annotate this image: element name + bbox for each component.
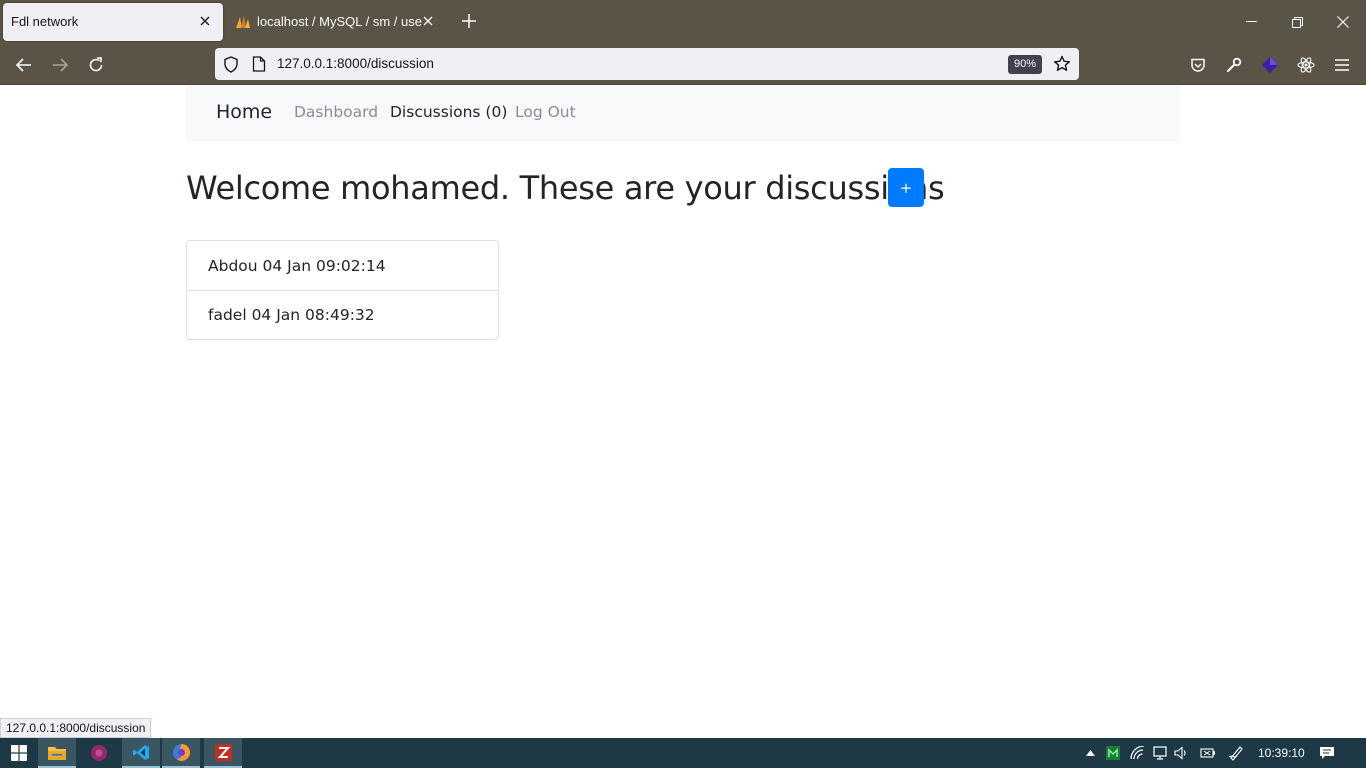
taskbar-clock[interactable]: 10:39:10 — [1258, 746, 1305, 760]
start-button[interactable] — [0, 738, 38, 768]
windows-taskbar: 10:39:10 — [0, 738, 1366, 768]
vscode-icon[interactable] — [122, 738, 160, 768]
extension-cube-icon[interactable] — [1255, 50, 1285, 80]
back-button[interactable] — [9, 50, 39, 80]
list-item[interactable]: fadel 04 Jan 08:49:32 — [187, 290, 498, 339]
battery-icon[interactable] — [1199, 744, 1217, 762]
url-text: 127.0.0.1:8000/discussion — [277, 56, 434, 71]
wrench-icon[interactable] — [1219, 50, 1249, 80]
close-tab-icon[interactable] — [418, 11, 438, 31]
forward-button[interactable] — [45, 50, 75, 80]
network-display-icon[interactable] — [1151, 744, 1169, 762]
link-status-tooltip: 127.0.0.1:8000/discussion — [0, 718, 152, 738]
page-info-icon[interactable] — [252, 56, 266, 76]
firefox-icon[interactable] — [162, 738, 200, 768]
nav-link-dashboard[interactable]: Dashboard — [294, 103, 378, 121]
address-bar[interactable]: 127.0.0.1:8000/discussion 90% — [215, 48, 1079, 80]
new-tab-button[interactable] — [456, 10, 482, 36]
site-navbar: Home Dashboard Discussions (0) Log Out — [186, 85, 1180, 141]
zoom-level-badge[interactable]: 90% — [1008, 55, 1043, 74]
minimize-button[interactable] — [1228, 0, 1274, 44]
page-heading-row: Welcome mohamed. These are your discussi… — [186, 166, 945, 210]
browser-toolbar: 127.0.0.1:8000/discussion 90% — [0, 44, 1366, 85]
tab-title: Fdl network — [11, 14, 79, 29]
tab-fdl-network[interactable]: Fdl network — [3, 3, 223, 41]
notifications-icon[interactable] — [1318, 744, 1336, 762]
nav-link-discussions[interactable]: Discussions (0) — [390, 103, 507, 121]
hamburger-menu-icon[interactable] — [1327, 50, 1357, 80]
reload-button[interactable] — [81, 50, 111, 80]
tab-title: localhost / MySQL / sm / users | — [257, 14, 422, 29]
app-circle-icon[interactable] — [80, 738, 118, 768]
wifi-icon[interactable] — [1129, 744, 1147, 762]
volume-icon[interactable] — [1173, 744, 1191, 762]
close-window-button[interactable] — [1320, 0, 1366, 44]
shield-icon[interactable] — [223, 56, 239, 77]
react-devtools-icon[interactable] — [1291, 50, 1321, 80]
nav-link-logout[interactable]: Log Out — [515, 103, 576, 121]
browser-tab-strip: Fdl network localhost / MySQL / sm / use… — [0, 0, 1366, 44]
bookmark-star-icon[interactable] — [1053, 55, 1071, 77]
tab-phpmyadmin[interactable]: localhost / MySQL / sm / users | — [226, 3, 446, 41]
brand-home-link[interactable]: Home — [216, 101, 272, 123]
close-tab-icon[interactable] — [195, 11, 215, 31]
tray-overflow-chevron-icon[interactable] — [1081, 744, 1099, 762]
page-title: Welcome mohamed. These are your discussi… — [186, 169, 945, 207]
tray-network-app-icon[interactable] — [1104, 744, 1122, 762]
file-explorer-icon[interactable] — [38, 738, 76, 768]
discussion-list: Abdou 04 Jan 09:02:14 fadel 04 Jan 08:49… — [186, 240, 499, 340]
restore-button[interactable] — [1274, 0, 1320, 44]
pen-icon[interactable] — [1227, 744, 1245, 762]
phpmyadmin-icon — [235, 15, 251, 29]
pocket-icon[interactable] — [1183, 50, 1213, 80]
list-item[interactable]: Abdou 04 Jan 09:02:14 — [187, 241, 498, 290]
add-discussion-button[interactable]: + — [888, 168, 924, 207]
filezilla-icon[interactable] — [204, 738, 242, 768]
